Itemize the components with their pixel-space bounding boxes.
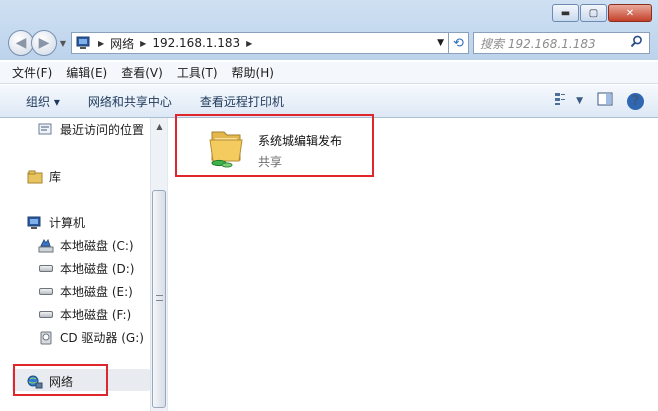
menu-edit[interactable]: 编辑(E) bbox=[66, 64, 107, 81]
forward-button[interactable]: ▶ bbox=[31, 30, 57, 56]
sidebar-item-computer[interactable]: 计算机 bbox=[27, 214, 85, 231]
refresh-icon: ⟲ bbox=[453, 35, 464, 51]
organize-button[interactable]: 组织 ▾ bbox=[26, 93, 60, 110]
breadcrumb-separator-icon[interactable]: ▶ bbox=[140, 39, 146, 48]
help-icon[interactable]: ? bbox=[627, 92, 644, 110]
menu-help[interactable]: 帮助(H) bbox=[232, 64, 274, 81]
library-icon bbox=[27, 170, 43, 184]
view-dropdown-icon[interactable]: ▼ bbox=[576, 96, 583, 106]
remote-printers-button[interactable]: 查看远程打印机 bbox=[200, 93, 284, 110]
sidebar-item-drive-f[interactable]: 本地磁盘 (F:) bbox=[38, 306, 131, 323]
menu-view[interactable]: 查看(V) bbox=[121, 64, 163, 81]
address-computer-icon bbox=[76, 36, 92, 50]
recent-places-icon bbox=[38, 123, 54, 137]
sidebar-item-label: 本地磁盘 (C:) bbox=[60, 239, 134, 253]
scrollbar-thumb[interactable] bbox=[152, 190, 166, 408]
minimize-button[interactable]: ▬ bbox=[552, 4, 579, 22]
search-icon[interactable] bbox=[630, 35, 643, 52]
sidebar-item-drive-e[interactable]: 本地磁盘 (E:) bbox=[38, 283, 133, 300]
sidebar-item-label: 最近访问的位置 bbox=[60, 123, 145, 137]
back-arrow-icon: ◀ bbox=[15, 35, 27, 51]
drive-icon bbox=[38, 262, 54, 276]
menu-bar: 文件(F) 编辑(E) 查看(V) 工具(T) 帮助(H) bbox=[0, 62, 658, 84]
system-drive-icon bbox=[38, 238, 54, 253]
address-dropdown-icon[interactable]: ▼ bbox=[437, 38, 444, 48]
sidebar-item-drive-c[interactable]: 本地磁盘 (C:) bbox=[38, 237, 134, 254]
recent-pages-dropdown[interactable]: ▼ bbox=[57, 39, 69, 48]
close-button[interactable]: ✕ bbox=[608, 4, 652, 22]
preview-pane-icon[interactable] bbox=[597, 92, 613, 110]
window-controls: ▬ ▢ ✕ bbox=[551, 4, 652, 22]
sidebar-item-label: 本地磁盘 (F:) bbox=[60, 308, 132, 322]
sidebar-item-cd-drive[interactable]: CD 驱动器 (G:) bbox=[38, 329, 144, 346]
network-center-button[interactable]: 网络和共享中心 bbox=[88, 93, 172, 110]
refresh-button[interactable]: ⟲ bbox=[449, 32, 469, 54]
drive-icon bbox=[38, 308, 54, 322]
breadcrumb-separator-icon[interactable]: ▶ bbox=[98, 39, 104, 48]
breadcrumb-separator-icon[interactable]: ▶ bbox=[246, 39, 252, 48]
drive-icon bbox=[38, 285, 54, 299]
computer-icon bbox=[27, 216, 43, 230]
breadcrumb-host[interactable]: 192.168.1.183 bbox=[152, 36, 240, 50]
sidebar-item-label: 本地磁盘 (E:) bbox=[60, 285, 133, 299]
forward-arrow-icon: ▶ bbox=[38, 35, 50, 51]
breadcrumb-network[interactable]: 网络 bbox=[110, 35, 134, 52]
navigation-row: ◀ ▶ ▼ ▶ 网络 ▶ 192.168.1.183 ▶ ▼ ⟲ 搜索 192.… bbox=[8, 30, 650, 56]
sidebar-scrollbar[interactable]: ▲ bbox=[150, 118, 167, 411]
search-placeholder: 搜索 192.168.1.183 bbox=[480, 36, 596, 51]
highlight-box-share bbox=[175, 114, 374, 177]
sidebar-item-library[interactable]: 库 bbox=[27, 168, 61, 185]
scroll-up-icon[interactable]: ▲ bbox=[151, 118, 168, 135]
maximize-button[interactable]: ▢ bbox=[580, 4, 607, 22]
sidebar-item-label: 本地磁盘 (D:) bbox=[60, 262, 135, 276]
cd-drive-icon bbox=[38, 331, 54, 345]
sidebar-item-label: 计算机 bbox=[49, 216, 86, 230]
sidebar-item-label: CD 驱动器 (G:) bbox=[60, 331, 144, 345]
view-options-icon[interactable] bbox=[554, 92, 572, 110]
menu-tools[interactable]: 工具(T) bbox=[177, 64, 218, 81]
sidebar-item-label: 库 bbox=[49, 170, 62, 184]
highlight-box-network bbox=[13, 364, 108, 396]
sidebar-item-drive-d[interactable]: 本地磁盘 (D:) bbox=[38, 260, 134, 277]
sidebar-item-recent[interactable]: 最近访问的位置 bbox=[38, 121, 144, 138]
command-bar-right: ▼ ? bbox=[540, 92, 658, 110]
search-input[interactable]: 搜索 192.168.1.183 bbox=[473, 32, 650, 54]
address-bar[interactable]: ▶ 网络 ▶ 192.168.1.183 ▶ ▼ bbox=[71, 32, 449, 54]
menu-file[interactable]: 文件(F) bbox=[12, 64, 52, 81]
